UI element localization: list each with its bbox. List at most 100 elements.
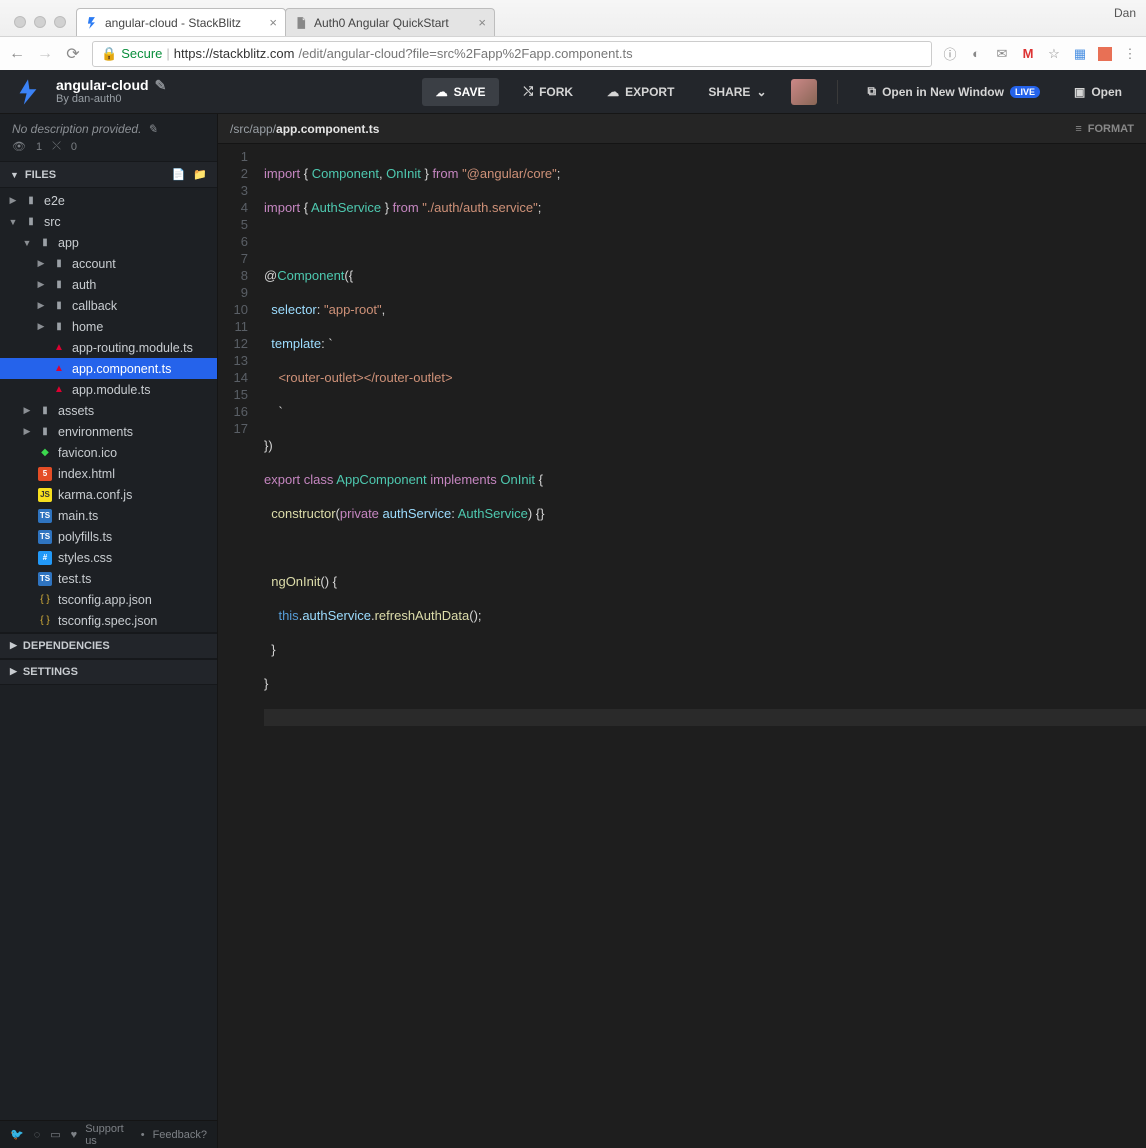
code-area[interactable]: 1234567891011121314151617 import { Compo… — [218, 144, 1146, 1148]
folder-node[interactable]: ▼▮src — [0, 211, 217, 232]
file-node[interactable]: ▲app.module.ts — [0, 379, 217, 400]
file-node[interactable]: ▲app.component.ts — [0, 358, 217, 379]
gmail-icon[interactable]: M — [1020, 46, 1036, 62]
chevron-right-icon[interactable]: ▶ — [36, 258, 46, 269]
folder-node[interactable]: ▶▮e2e — [0, 190, 217, 211]
tab-title: Auth0 Angular QuickStart — [314, 16, 449, 30]
info-icon[interactable]: ⓘ — [942, 46, 958, 62]
file-node[interactable]: JSkarma.conf.js — [0, 484, 217, 505]
maximize-window-icon[interactable] — [54, 16, 66, 28]
mail-icon[interactable]: ✉ — [994, 46, 1010, 62]
browser-chrome: angular-cloud - StackBlitz × Auth0 Angul… — [0, 0, 1146, 70]
project-name[interactable]: angular-cloud — [56, 77, 149, 94]
back-icon[interactable]: ← — [8, 45, 26, 63]
line-number: 5 — [218, 216, 248, 233]
node-label: index.html — [58, 467, 115, 481]
files-section-header[interactable]: ▼ FILES 📄 📁 — [0, 161, 217, 188]
chevron-right-icon[interactable]: ▶ — [36, 279, 46, 290]
browser-tab-inactive[interactable]: Auth0 Angular QuickStart × — [285, 8, 495, 36]
download-icon: ☁ — [607, 85, 619, 99]
open-button[interactable]: ▣ Open — [1064, 79, 1132, 105]
file-node[interactable]: 5index.html — [0, 463, 217, 484]
extension-icon[interactable] — [1098, 47, 1112, 61]
fav-icon: ◆ — [38, 446, 52, 460]
file-node[interactable]: ◆favicon.ico — [0, 442, 217, 463]
save-button[interactable]: ☁ SAVE — [422, 78, 500, 106]
format-button[interactable]: ≡ FORMAT — [1075, 123, 1134, 135]
folder-node[interactable]: ▶▮auth — [0, 274, 217, 295]
chevron-right-icon[interactable]: ▶ — [22, 405, 32, 416]
line-number: 8 — [218, 267, 248, 284]
ng-icon: ▲ — [52, 341, 66, 355]
line-number: 17 — [218, 420, 248, 437]
node-label: tsconfig.app.json — [58, 593, 152, 607]
browser-profile[interactable]: Dan — [1114, 6, 1136, 20]
close-icon[interactable]: × — [478, 15, 486, 30]
breadcrumb-path[interactable]: /src/app/ — [230, 122, 276, 136]
support-link[interactable]: Support us — [85, 1123, 133, 1147]
code-lines[interactable]: import { Component, OnInit } from "@angu… — [258, 148, 1146, 1148]
folder-node[interactable]: ▶▮account — [0, 253, 217, 274]
stackblitz-logo-icon[interactable] — [14, 78, 42, 106]
dependencies-section-header[interactable]: ▶ DEPENDENCIES — [0, 633, 217, 659]
folder-node[interactable]: ▶▮environments — [0, 421, 217, 442]
author-link[interactable]: dan-auth0 — [72, 93, 122, 105]
close-window-icon[interactable] — [14, 16, 26, 28]
file-node[interactable]: TSmain.ts — [0, 505, 217, 526]
export-button[interactable]: ☁ EXPORT — [597, 79, 684, 105]
edit-icon[interactable]: ✎ — [147, 122, 157, 136]
reload-icon[interactable]: ⟳ — [64, 44, 82, 64]
github-icon[interactable]: ◌ — [34, 1129, 41, 1141]
folder-node[interactable]: ▶▮home — [0, 316, 217, 337]
file-node[interactable]: TSpolyfills.ts — [0, 526, 217, 547]
project-description[interactable]: No description provided. ✎ — [0, 114, 217, 140]
twitter-icon[interactable]: 🐦 — [10, 1128, 24, 1141]
folder-node[interactable]: ▶▮assets — [0, 400, 217, 421]
contrast-icon[interactable]: ◐ — [968, 46, 984, 62]
node-label: account — [72, 257, 116, 271]
minimize-window-icon[interactable] — [34, 16, 46, 28]
translate-icon[interactable]: ▦ — [1072, 46, 1088, 62]
file-node[interactable]: ▲app-routing.module.ts — [0, 337, 217, 358]
heart-icon: ♥ — [71, 1129, 78, 1141]
open-new-window-button[interactable]: ⧉ Open in New Window LIVE — [858, 78, 1050, 105]
chevron-down-icon[interactable]: ▼ — [8, 217, 18, 227]
close-icon[interactable]: × — [269, 15, 277, 30]
avatar[interactable] — [791, 79, 817, 105]
file-node[interactable]: { }tsconfig.spec.json — [0, 610, 217, 631]
ts-icon: TS — [38, 509, 52, 523]
fork-button[interactable]: ⤭ FORK — [513, 78, 583, 105]
js-icon: JS — [38, 488, 52, 502]
file-node[interactable]: #styles.css — [0, 547, 217, 568]
chevron-down-icon[interactable]: ▼ — [22, 238, 32, 248]
star-icon[interactable]: ☆ — [1046, 46, 1062, 62]
forward-icon[interactable]: → — [36, 45, 54, 63]
edit-icon[interactable]: ✎ — [155, 77, 167, 94]
file-node[interactable]: TStest.ts — [0, 568, 217, 589]
new-file-icon[interactable]: 📄 — [172, 168, 186, 181]
new-folder-icon[interactable]: 📁 — [193, 168, 207, 181]
feedback-link[interactable]: Feedback? — [153, 1129, 207, 1141]
chevron-right-icon[interactable]: ▶ — [36, 300, 46, 311]
share-button[interactable]: SHARE ⌄ — [698, 79, 776, 105]
file-node[interactable]: { }tsconfig.app.json — [0, 589, 217, 610]
line-number: 2 — [218, 165, 248, 182]
settings-section-header[interactable]: ▶ SETTINGS — [0, 659, 217, 685]
url-input[interactable]: 🔒 Secure | https://stackblitz.com/edit/a… — [92, 41, 932, 67]
folder-icon: ▮ — [24, 215, 38, 229]
chevron-right-icon[interactable]: ▶ — [22, 426, 32, 437]
breadcrumb-file[interactable]: app.component.ts — [276, 122, 379, 136]
menu-icon[interactable]: ⋮ — [1122, 46, 1138, 62]
browser-tab-active[interactable]: angular-cloud - StackBlitz × — [76, 8, 286, 36]
folder-node[interactable]: ▼▮app — [0, 232, 217, 253]
folder-node[interactable]: ▶▮callback — [0, 295, 217, 316]
editor-breadcrumb: /src/app/app.component.ts ≡ FORMAT — [218, 114, 1146, 144]
node-label: home — [72, 320, 103, 334]
ng-icon: ▲ — [52, 383, 66, 397]
chevron-right-icon[interactable]: ▶ — [36, 321, 46, 332]
address-bar: ← → ⟳ 🔒 Secure | https://stackblitz.com/… — [0, 36, 1146, 70]
discord-icon[interactable]: ▭ — [50, 1128, 60, 1141]
chevron-right-icon[interactable]: ▶ — [8, 195, 18, 206]
chevron-down-icon: ▼ — [10, 170, 19, 180]
line-number: 16 — [218, 403, 248, 420]
